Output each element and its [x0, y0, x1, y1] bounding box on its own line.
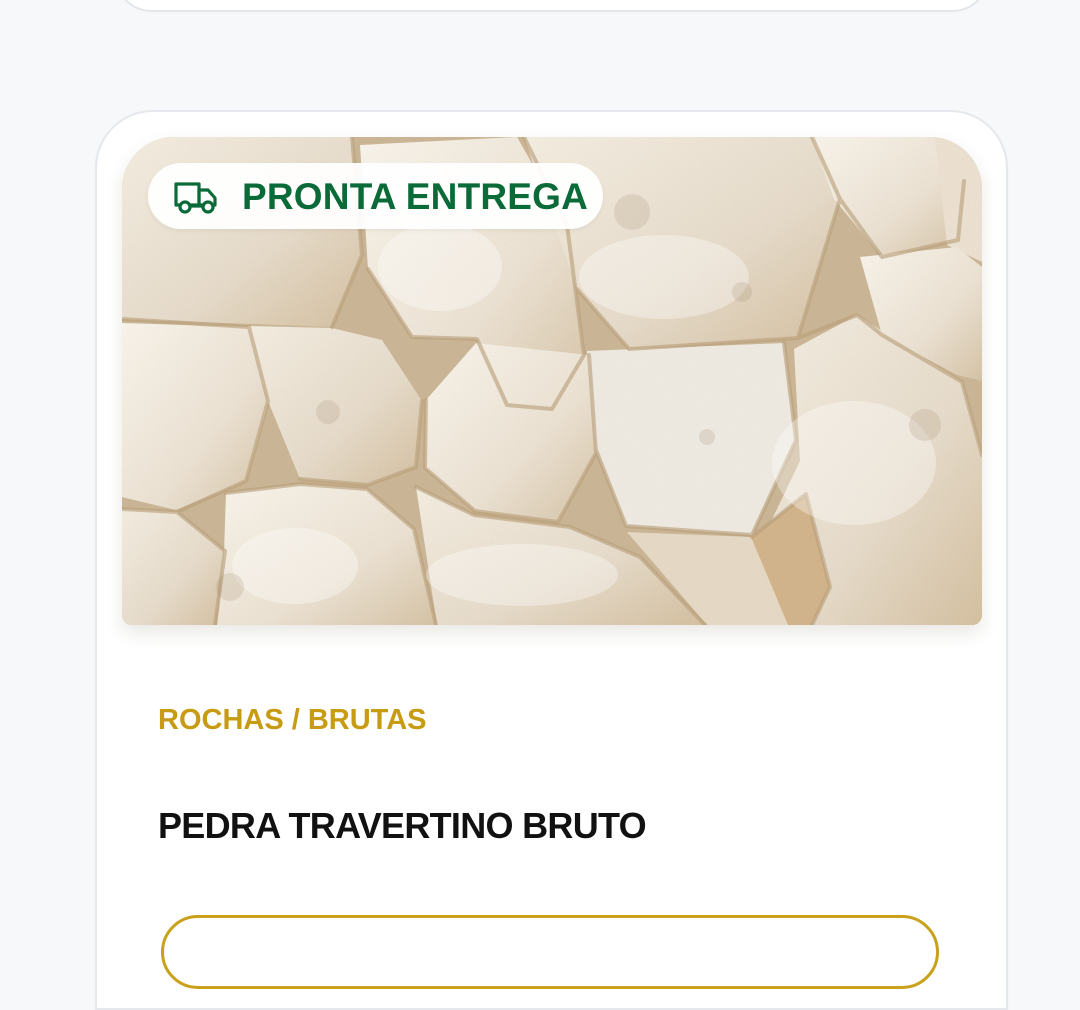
product-image[interactable]: PRONTA ENTREGA [122, 137, 982, 625]
truck-icon [174, 182, 217, 214]
product-card[interactable]: PRONTA ENTREGA ROCHAS / BRUTAS PEDRA TRA… [95, 110, 1008, 1010]
product-name[interactable]: PEDRA TRAVERTINO BRUTO [158, 807, 647, 844]
availability-badge: PRONTA ENTREGA [148, 163, 603, 229]
badge-label: PRONTA ENTREGA [242, 175, 589, 217]
previous-product-card [114, 0, 990, 12]
product-category: ROCHAS / BRUTAS [158, 704, 427, 736]
product-action-button[interactable] [161, 915, 939, 989]
